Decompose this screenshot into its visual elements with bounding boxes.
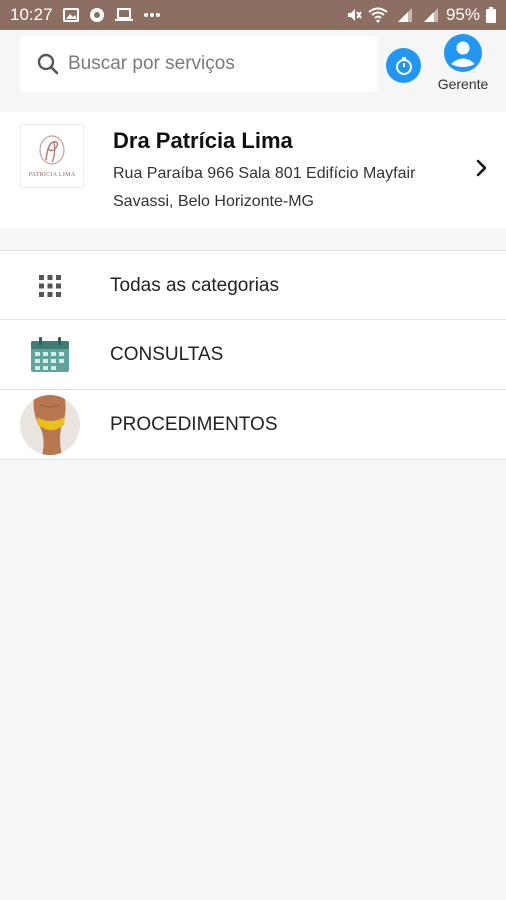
clinic-name: Dra Patrícia Lima <box>113 128 293 153</box>
procedure-photo-icon <box>20 395 80 455</box>
signal-3g-icon <box>420 7 440 23</box>
mute-icon <box>346 7 362 23</box>
clinic-logo: PATRÍCIA LIMA <box>20 124 84 188</box>
chevron-right-icon[interactable] <box>472 156 492 180</box>
grid-icon <box>20 256 80 316</box>
image-icon <box>62 8 79 22</box>
status-time: 10:27 <box>10 5 53 24</box>
account-circle-icon <box>444 34 482 72</box>
category-row-all[interactable]: Todas as categorias <box>0 250 506 320</box>
category-label: PROCEDIMENTOS <box>110 414 278 435</box>
battery-icon <box>486 7 496 23</box>
more-dots-icon <box>143 12 161 18</box>
account-button[interactable]: Gerente <box>430 34 496 98</box>
stopwatch-icon <box>394 56 414 76</box>
signal-4g-icon <box>394 7 414 23</box>
search-icon <box>36 52 60 76</box>
timer-button[interactable] <box>386 48 421 83</box>
battery-percent: 95% <box>445 5 480 24</box>
category-list: Todas as categorias CONSULTAS PROCEDIMEN… <box>0 250 506 460</box>
header: Gerente <box>0 30 506 100</box>
clinic-address: Rua Paraíba 966 Sala 801 Edifício Mayfai… <box>113 165 416 210</box>
category-row-consultas[interactable]: CONSULTAS <box>0 320 506 390</box>
clinic-logo-monogram <box>39 135 65 165</box>
status-bar: 10:27 95% <box>0 0 506 30</box>
search-input[interactable] <box>68 53 348 75</box>
chrome-icon <box>89 7 105 23</box>
category-row-procedimentos[interactable]: PROCEDIMENTOS <box>0 390 506 460</box>
category-label: Todas as categorias <box>110 275 279 296</box>
account-label: Gerente <box>437 76 489 92</box>
search-box[interactable] <box>20 36 378 92</box>
calendar-icon <box>20 325 80 385</box>
clinic-card[interactable]: PATRÍCIA LIMA Dra Patrícia Lima Rua Para… <box>0 112 506 228</box>
wifi-icon <box>368 7 388 23</box>
clinic-logo-text: PATRÍCIA LIMA <box>28 172 76 178</box>
laptop-icon <box>114 8 133 22</box>
category-label: CONSULTAS <box>110 344 224 365</box>
